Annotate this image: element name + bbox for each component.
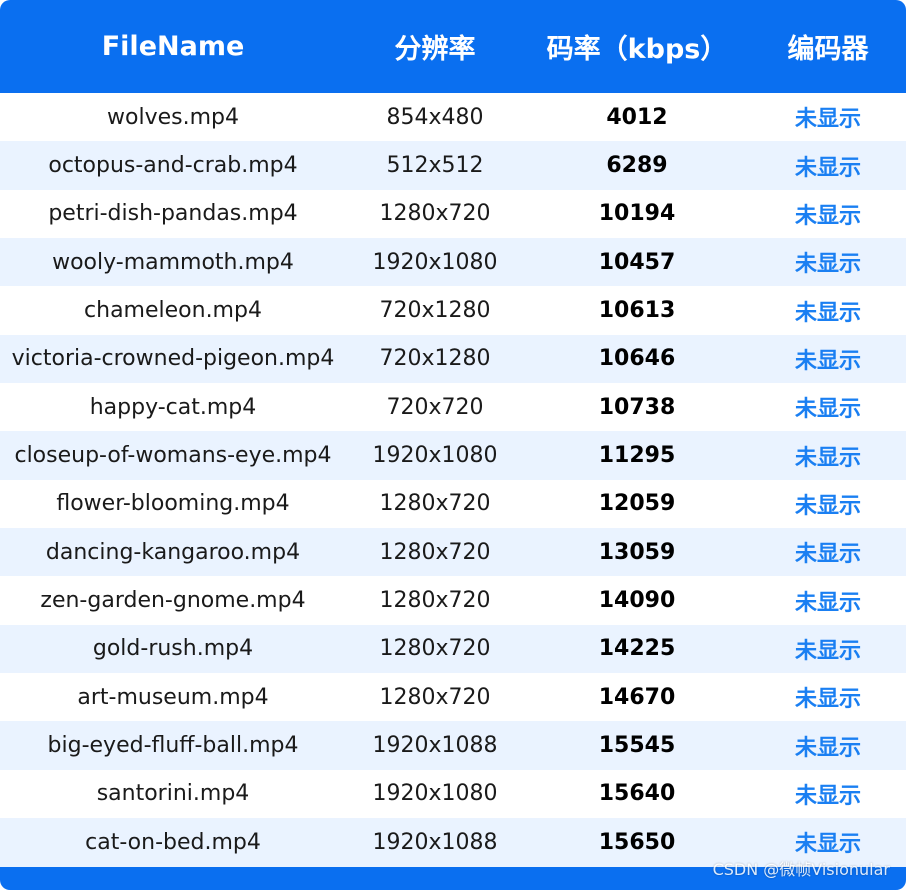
cell-resolution: 1920x1080 [372, 443, 498, 469]
table-row: petri-dish-pandas.mp4 1280x720 10194 未显示 [0, 190, 906, 238]
cell-resolution: 720x720 [386, 394, 484, 420]
header-filename: FileName [101, 31, 245, 62]
table-row: big-eyed-fluff-ball.mp4 1920x1088 15545 … [0, 721, 906, 770]
table-row: wooly-mammoth.mp4 1920x1080 10457 未显示 [0, 238, 906, 287]
cell-filename: gold-rush.mp4 [92, 636, 254, 662]
cell-bitrate: 10646 [598, 346, 676, 372]
cell-filename: closeup-of-womans-eye.mp4 [14, 443, 332, 469]
cell-codec: 未显示 [794, 832, 861, 858]
table-row: closeup-of-womans-eye.mp4 1920x1080 1129… [0, 431, 906, 480]
table-body: wolves.mp4 854x480 4012 未显示 octopus-and-… [0, 93, 906, 867]
cell-filename: happy-cat.mp4 [89, 394, 257, 420]
cell-codec: 未显示 [794, 397, 861, 423]
cell-resolution: 1280x720 [379, 539, 491, 565]
cell-resolution: 1280x720 [379, 588, 491, 614]
cell-bitrate: 10457 [598, 249, 676, 275]
cell-filename: chameleon.mp4 [84, 298, 262, 324]
cell-codec: 未显示 [794, 735, 861, 761]
cell-codec: 未显示 [794, 687, 861, 713]
cell-bitrate: 12059 [598, 491, 676, 517]
cell-codec: 未显示 [794, 107, 861, 133]
cell-resolution: 1920x1080 [372, 781, 498, 807]
cell-resolution: 1280x720 [379, 684, 491, 710]
cell-filename: flower-blooming.mp4 [56, 491, 290, 517]
cell-codec: 未显示 [794, 252, 861, 278]
cell-bitrate: 14670 [598, 684, 676, 710]
cell-codec: 未显示 [794, 493, 861, 519]
cell-codec: 未显示 [794, 155, 861, 181]
table-row: zen-garden-gnome.mp4 1280x720 14090 未显示 [0, 576, 906, 624]
table-row: chameleon.mp4 720x1280 10613 未显示 [0, 286, 906, 334]
cell-filename: victoria-crowned-pigeon.mp4 [11, 346, 335, 372]
cell-filename: octopus-and-crab.mp4 [48, 153, 298, 179]
table-row: victoria-crowned-pigeon.mp4 720x1280 106… [0, 334, 906, 384]
cell-filename: cat-on-bed.mp4 [85, 829, 261, 855]
cell-codec: 未显示 [794, 590, 861, 616]
cell-codec: 未显示 [794, 783, 861, 809]
cell-codec: 未显示 [794, 300, 861, 326]
cell-bitrate: 4012 [606, 104, 668, 130]
cell-resolution: 1280x720 [379, 491, 491, 517]
cell-codec: 未显示 [794, 445, 861, 471]
cell-resolution: 720x1280 [379, 346, 491, 372]
cell-bitrate: 15640 [598, 781, 676, 807]
cell-bitrate: 13059 [598, 539, 676, 565]
header-bitrate: 码率（kbps） [546, 34, 728, 65]
cell-filename: dancing-kangaroo.mp4 [45, 539, 301, 565]
cell-bitrate: 14225 [598, 636, 676, 662]
watermark: CSDN @微帧Visionular [712, 860, 890, 879]
cell-resolution: 1920x1088 [372, 733, 498, 759]
cell-resolution: 1280x720 [379, 636, 491, 662]
cell-bitrate: 6289 [606, 153, 668, 179]
cell-codec: 未显示 [794, 638, 861, 664]
table-row: art-museum.mp4 1280x720 14670 未显示 [0, 673, 906, 721]
header-resolution: 分辨率 [394, 34, 476, 65]
cell-bitrate: 10194 [598, 201, 676, 227]
cell-bitrate: 11295 [598, 443, 676, 469]
cell-filename: zen-garden-gnome.mp4 [40, 588, 306, 614]
cell-resolution: 720x1280 [379, 298, 491, 324]
cell-codec: 未显示 [794, 542, 861, 568]
table-header: FileName 分辨率 码率（kbps） 编码器 [0, 0, 906, 93]
table-row: octopus-and-crab.mp4 512x512 6289 未显示 [0, 141, 906, 190]
cell-bitrate: 15545 [598, 733, 676, 759]
cell-codec: 未显示 [794, 348, 861, 374]
cell-filename: wolves.mp4 [107, 104, 239, 130]
table-row: santorini.mp4 1920x1080 15640 未显示 [0, 770, 906, 818]
header-codec: 编码器 [787, 34, 869, 65]
cell-codec: 未显示 [794, 203, 861, 229]
cell-filename: santorini.mp4 [96, 781, 250, 807]
cell-resolution: 1280x720 [379, 201, 491, 227]
cell-resolution: 854x480 [386, 104, 484, 130]
cell-bitrate: 10738 [598, 394, 676, 420]
cell-filename: wooly-mammoth.mp4 [52, 249, 294, 275]
cell-bitrate: 10613 [598, 298, 676, 324]
video-bitrate-table: FileName 分辨率 码率（kbps） 编码器 wolves.mp4 854… [0, 0, 906, 890]
table-row: wolves.mp4 854x480 4012 未显示 [0, 93, 906, 141]
table-row: gold-rush.mp4 1280x720 14225 未显示 [0, 624, 906, 674]
cell-bitrate: 14090 [598, 588, 676, 614]
cell-resolution: 1920x1088 [372, 829, 498, 855]
cell-bitrate: 15650 [598, 829, 676, 855]
cell-resolution: 1920x1080 [372, 249, 498, 275]
cell-resolution: 512x512 [386, 153, 484, 179]
table-row: dancing-kangaroo.mp4 1280x720 13059 未显示 [0, 528, 906, 577]
cell-filename: big-eyed-fluff-ball.mp4 [47, 733, 299, 759]
cell-filename: art-museum.mp4 [77, 684, 269, 710]
page: FileName 分辨率 码率（kbps） 编码器 wolves.mp4 854… [0, 0, 906, 890]
table-row: happy-cat.mp4 720x720 10738 未显示 [0, 383, 906, 431]
cell-filename: petri-dish-pandas.mp4 [48, 201, 298, 227]
table-row: flower-blooming.mp4 1280x720 12059 未显示 [0, 480, 906, 528]
